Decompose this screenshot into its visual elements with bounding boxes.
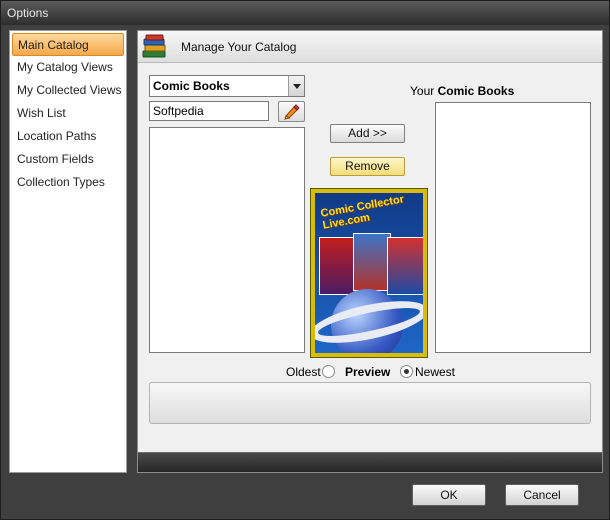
oldest-radio[interactable] <box>322 365 335 378</box>
chevron-down-icon[interactable] <box>288 76 304 96</box>
edit-button[interactable] <box>278 101 305 122</box>
sidebar: Main Catalog My Catalog Views My Collect… <box>9 30 127 473</box>
newest-radio[interactable] <box>400 365 413 378</box>
preview-order-row: Oldest Preview Newest <box>138 363 602 381</box>
remove-button[interactable]: Remove <box>330 157 405 176</box>
catalog-type-select[interactable]: Comic Books <box>149 75 305 97</box>
comic-thumb <box>353 233 391 291</box>
books-stack-icon <box>142 34 166 58</box>
catalog-type-value: Comic Books <box>153 79 230 93</box>
sidebar-item-location-paths[interactable]: Location Paths <box>12 125 124 148</box>
sidebar-item-my-collected-views[interactable]: My Collected Views <box>12 79 124 102</box>
main-panel: Manage Your Catalog Comic Books Your Com… <box>137 30 603 473</box>
your-list-label: Your Comic Books <box>410 84 580 98</box>
sidebar-item-collection-types[interactable]: Collection Types <box>12 171 124 194</box>
info-panel <box>149 382 591 424</box>
preview-label: Preview <box>345 365 391 379</box>
your-items-list[interactable] <box>435 102 591 353</box>
cover-preview-image: Comic Collector Live.com <box>310 188 428 358</box>
ok-button[interactable]: OK <box>412 484 486 506</box>
cover-title-text: Comic Collector Live.com <box>319 193 405 232</box>
pencil-edit-icon <box>284 104 300 120</box>
comic-thumb <box>387 237 423 295</box>
status-bar <box>138 452 602 472</box>
sidebar-item-custom-fields[interactable]: Custom Fields <box>12 148 124 171</box>
title-bar[interactable]: Options <box>1 1 609 25</box>
sidebar-item-main-catalog[interactable]: Main Catalog <box>12 33 124 56</box>
options-window: Options Main Catalog My Catalog Views My… <box>0 0 610 520</box>
sidebar-item-my-catalog-views[interactable]: My Catalog Views <box>12 56 124 79</box>
your-list-label-prefix: Your <box>410 84 435 98</box>
window-title: Options <box>7 6 49 20</box>
sidebar-item-wish-list[interactable]: Wish List <box>12 102 124 125</box>
cancel-button[interactable]: Cancel <box>505 484 579 506</box>
comic-thumb <box>319 237 357 295</box>
newest-label: Newest <box>415 365 456 379</box>
cover-art: Comic Collector Live.com <box>315 193 423 353</box>
catalog-items-list[interactable] <box>149 127 305 353</box>
catalog-search-input[interactable] <box>149 101 269 121</box>
panel-title: Manage Your Catalog <box>181 40 297 54</box>
add-button[interactable]: Add >> <box>330 124 405 143</box>
oldest-label: Oldest <box>286 365 321 379</box>
your-list-label-type: Comic Books <box>437 84 515 98</box>
panel-header: Manage Your Catalog <box>138 31 602 63</box>
